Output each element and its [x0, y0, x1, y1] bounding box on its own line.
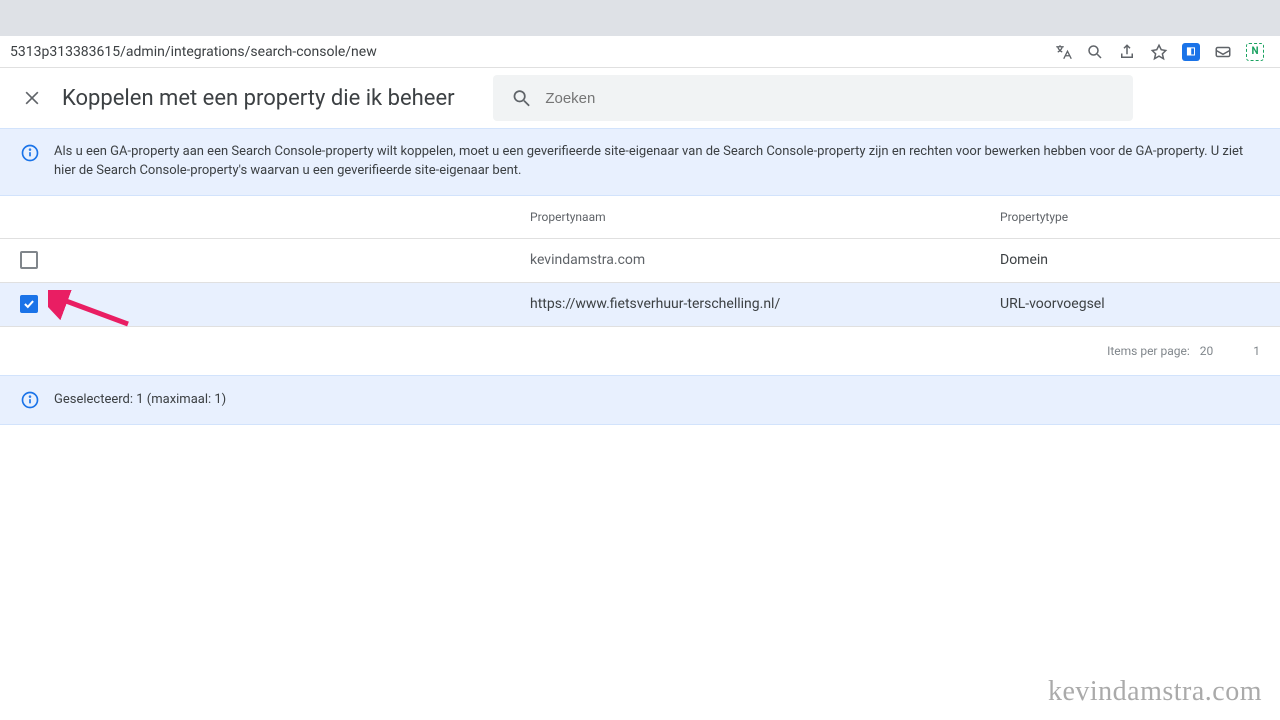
- share-icon[interactable]: [1118, 43, 1136, 61]
- pagination: Items per page: 20 1: [0, 327, 1280, 375]
- search-icon: [511, 87, 532, 109]
- col-header-name[interactable]: Propertynaam: [530, 210, 1000, 224]
- items-per-page-value[interactable]: 20: [1200, 344, 1214, 358]
- row-property-type: Domein: [1000, 252, 1260, 268]
- close-button[interactable]: [20, 86, 44, 110]
- extension-icon-2[interactable]: [1214, 43, 1232, 61]
- extension-icon-3[interactable]: N: [1246, 43, 1264, 61]
- selection-text: Geselecteerd: 1 (maximaal: 1): [54, 392, 226, 407]
- info-icon: [20, 390, 40, 410]
- info-banner: Als u een GA-property aan een Search Con…: [0, 128, 1280, 196]
- page-range: 1: [1253, 344, 1260, 358]
- row-property-type: URL-voorvoegsel: [1000, 296, 1260, 312]
- star-icon[interactable]: [1150, 43, 1168, 61]
- browser-tab-strip: [0, 0, 1280, 36]
- zoom-icon[interactable]: [1086, 43, 1104, 61]
- browser-toolbar-icons: ◧ N: [1054, 43, 1270, 61]
- page-title: Koppelen met een property die ik beheer: [62, 86, 455, 111]
- table-row[interactable]: https://www.fietsverhuur-terschelling.nl…: [0, 283, 1280, 327]
- selection-banner: Geselecteerd: 1 (maximaal: 1): [0, 375, 1280, 425]
- search-input[interactable]: [545, 90, 1114, 107]
- table-header: Propertynaam Propertytype: [0, 196, 1280, 239]
- info-icon: [20, 143, 40, 163]
- extension-icon-1[interactable]: ◧: [1182, 43, 1200, 61]
- row-checkbox[interactable]: [20, 295, 38, 313]
- browser-address-bar: 5313p313383615/admin/integrations/search…: [0, 36, 1280, 68]
- table-row[interactable]: kevindamstra.com Domein: [0, 239, 1280, 283]
- page-header: Koppelen met een property die ik beheer: [0, 68, 1280, 128]
- info-text: Als u een GA-property aan een Search Con…: [54, 143, 1260, 181]
- url-text[interactable]: 5313p313383615/admin/integrations/search…: [10, 44, 1054, 60]
- col-header-type[interactable]: Propertytype: [1000, 210, 1260, 224]
- search-box[interactable]: [493, 75, 1133, 121]
- watermark: kevindamstra.com: [1048, 676, 1262, 708]
- items-per-page-label: Items per page:: [1107, 344, 1190, 358]
- row-checkbox[interactable]: [20, 251, 38, 269]
- translate-icon[interactable]: [1054, 43, 1072, 61]
- row-property-name: kevindamstra.com: [530, 252, 1000, 268]
- row-property-name: https://www.fietsverhuur-terschelling.nl…: [530, 296, 1000, 312]
